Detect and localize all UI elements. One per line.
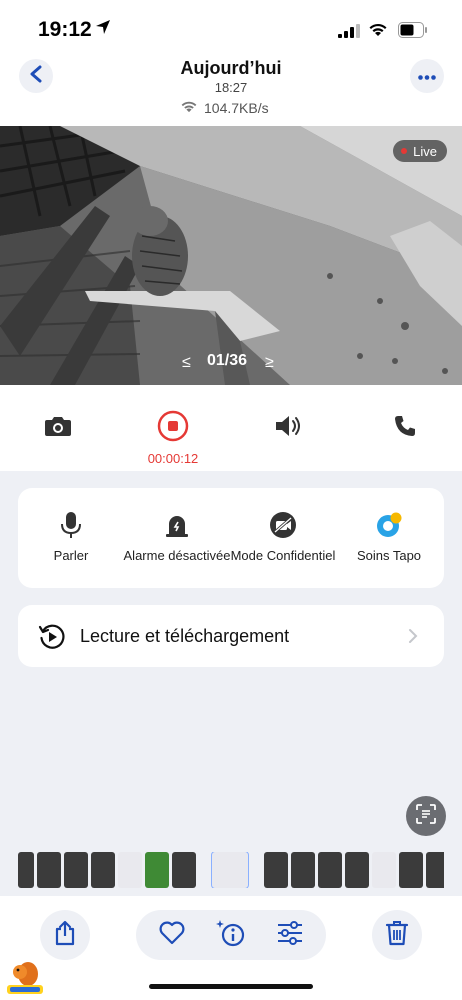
- thumbnail-gap: [251, 852, 261, 888]
- next-clip-button[interactable]: ≥: [265, 354, 274, 372]
- live-label: Live: [413, 143, 437, 159]
- share-icon: [53, 920, 77, 951]
- thumbnail[interactable]: [145, 852, 169, 888]
- sliders-icon: [276, 920, 304, 950]
- thumbnail[interactable]: [291, 852, 315, 888]
- camera-off-icon: [268, 510, 298, 540]
- wifi-icon: [368, 22, 388, 42]
- scan-button[interactable]: [406, 796, 446, 836]
- location-arrow-icon: [95, 19, 111, 40]
- bottom-toolbar: [0, 896, 462, 1000]
- feature-label: Soins Tapo: [356, 548, 422, 563]
- thumbnail[interactable]: [345, 852, 369, 888]
- playback-label: Lecture et téléchargement: [80, 626, 290, 646]
- status-time: 19:12: [38, 18, 92, 41]
- wifi-icon: [180, 100, 198, 116]
- home-indicator[interactable]: [149, 984, 313, 989]
- speed-value: 104.7KB/s: [204, 100, 269, 116]
- more-button[interactable]: [410, 59, 444, 93]
- delete-button[interactable]: [372, 910, 422, 960]
- cellular-signal-icon: [338, 24, 360, 43]
- heart-icon: [159, 921, 185, 950]
- network-speed: 104.7KB/s: [180, 100, 269, 116]
- status-bar: 19:12: [0, 0, 462, 58]
- thumbnail[interactable]: [64, 852, 88, 888]
- thumbnail-gap: [199, 852, 209, 888]
- more-dots-icon: [418, 67, 436, 85]
- thumbnail[interactable]: [426, 852, 444, 888]
- call-button[interactable]: [388, 411, 422, 445]
- camera-video-frame[interactable]: Live ≤ 01/36 ≥: [0, 126, 462, 385]
- thumbnail[interactable]: [91, 852, 115, 888]
- share-button[interactable]: [40, 910, 90, 960]
- action-pill: [136, 910, 326, 960]
- thumbnail[interactable]: [18, 852, 34, 888]
- tapo-care-button[interactable]: Soins Tapo: [334, 510, 444, 564]
- thumbnail[interactable]: [318, 852, 342, 888]
- speaker-button[interactable]: [272, 411, 306, 445]
- thumbnail[interactable]: [264, 852, 288, 888]
- clip-counter: 01/36: [207, 352, 248, 369]
- thumbnail[interactable]: [172, 852, 196, 888]
- playback-download-row[interactable]: Lecture et téléchargement: [18, 605, 444, 667]
- thumbnail[interactable]: [399, 852, 423, 888]
- camera-icon: [44, 414, 72, 443]
- live-badge[interactable]: Live: [393, 140, 447, 162]
- squirrel-mascot-logo: [4, 958, 46, 996]
- camera-scene-image: [0, 126, 462, 385]
- header: Aujourd’hui 18:27 104.7KB/s: [0, 58, 462, 126]
- privacy-mode-button[interactable]: Mode Confidentiel: [228, 510, 338, 564]
- snapshot-button[interactable]: [41, 411, 75, 445]
- alarm-siren-icon: [162, 510, 192, 540]
- info-sparkle-icon: [214, 918, 246, 953]
- thumbnail-selected[interactable]: [211, 852, 249, 888]
- feature-label: Alarme désactivée: [123, 548, 231, 563]
- talk-button[interactable]: Parler: [16, 510, 126, 564]
- page-subtitle-time: 18:27: [214, 80, 248, 95]
- record-button[interactable]: [156, 410, 190, 447]
- recording-timer: 00:00:12: [147, 451, 199, 466]
- alarm-button[interactable]: Alarme désactivée: [122, 510, 232, 564]
- settings-adjust-button[interactable]: [276, 920, 304, 950]
- battery-icon: [398, 22, 428, 43]
- thumbnail[interactable]: [372, 852, 396, 888]
- chevron-right-icon: [408, 628, 418, 649]
- thumbnail[interactable]: [37, 852, 61, 888]
- history-play-icon: [38, 623, 66, 656]
- scan-text-icon: [415, 803, 437, 830]
- features-card: Parler Alarme désactivée Mode Confidenti…: [18, 488, 444, 588]
- tapo-care-icon: [374, 510, 404, 540]
- speaker-icon: [274, 414, 304, 443]
- microphone-icon: [56, 510, 86, 540]
- smart-info-button[interactable]: [216, 919, 245, 949]
- thumbnail[interactable]: [118, 852, 142, 888]
- feature-label: Parler: [53, 548, 89, 563]
- live-dot-icon: [401, 148, 408, 154]
- control-bar: 00:00:12: [0, 385, 462, 471]
- thumbnail-strip[interactable]: [18, 852, 444, 888]
- page-title: Aujourd’hui: [180, 58, 282, 78]
- record-stop-icon: [157, 410, 189, 447]
- feature-label: Mode Confidentiel: [230, 548, 336, 563]
- favorite-button[interactable]: [158, 921, 186, 949]
- previous-clip-button[interactable]: ≤: [182, 354, 191, 372]
- trash-icon: [385, 919, 409, 952]
- phone-icon: [393, 414, 417, 443]
